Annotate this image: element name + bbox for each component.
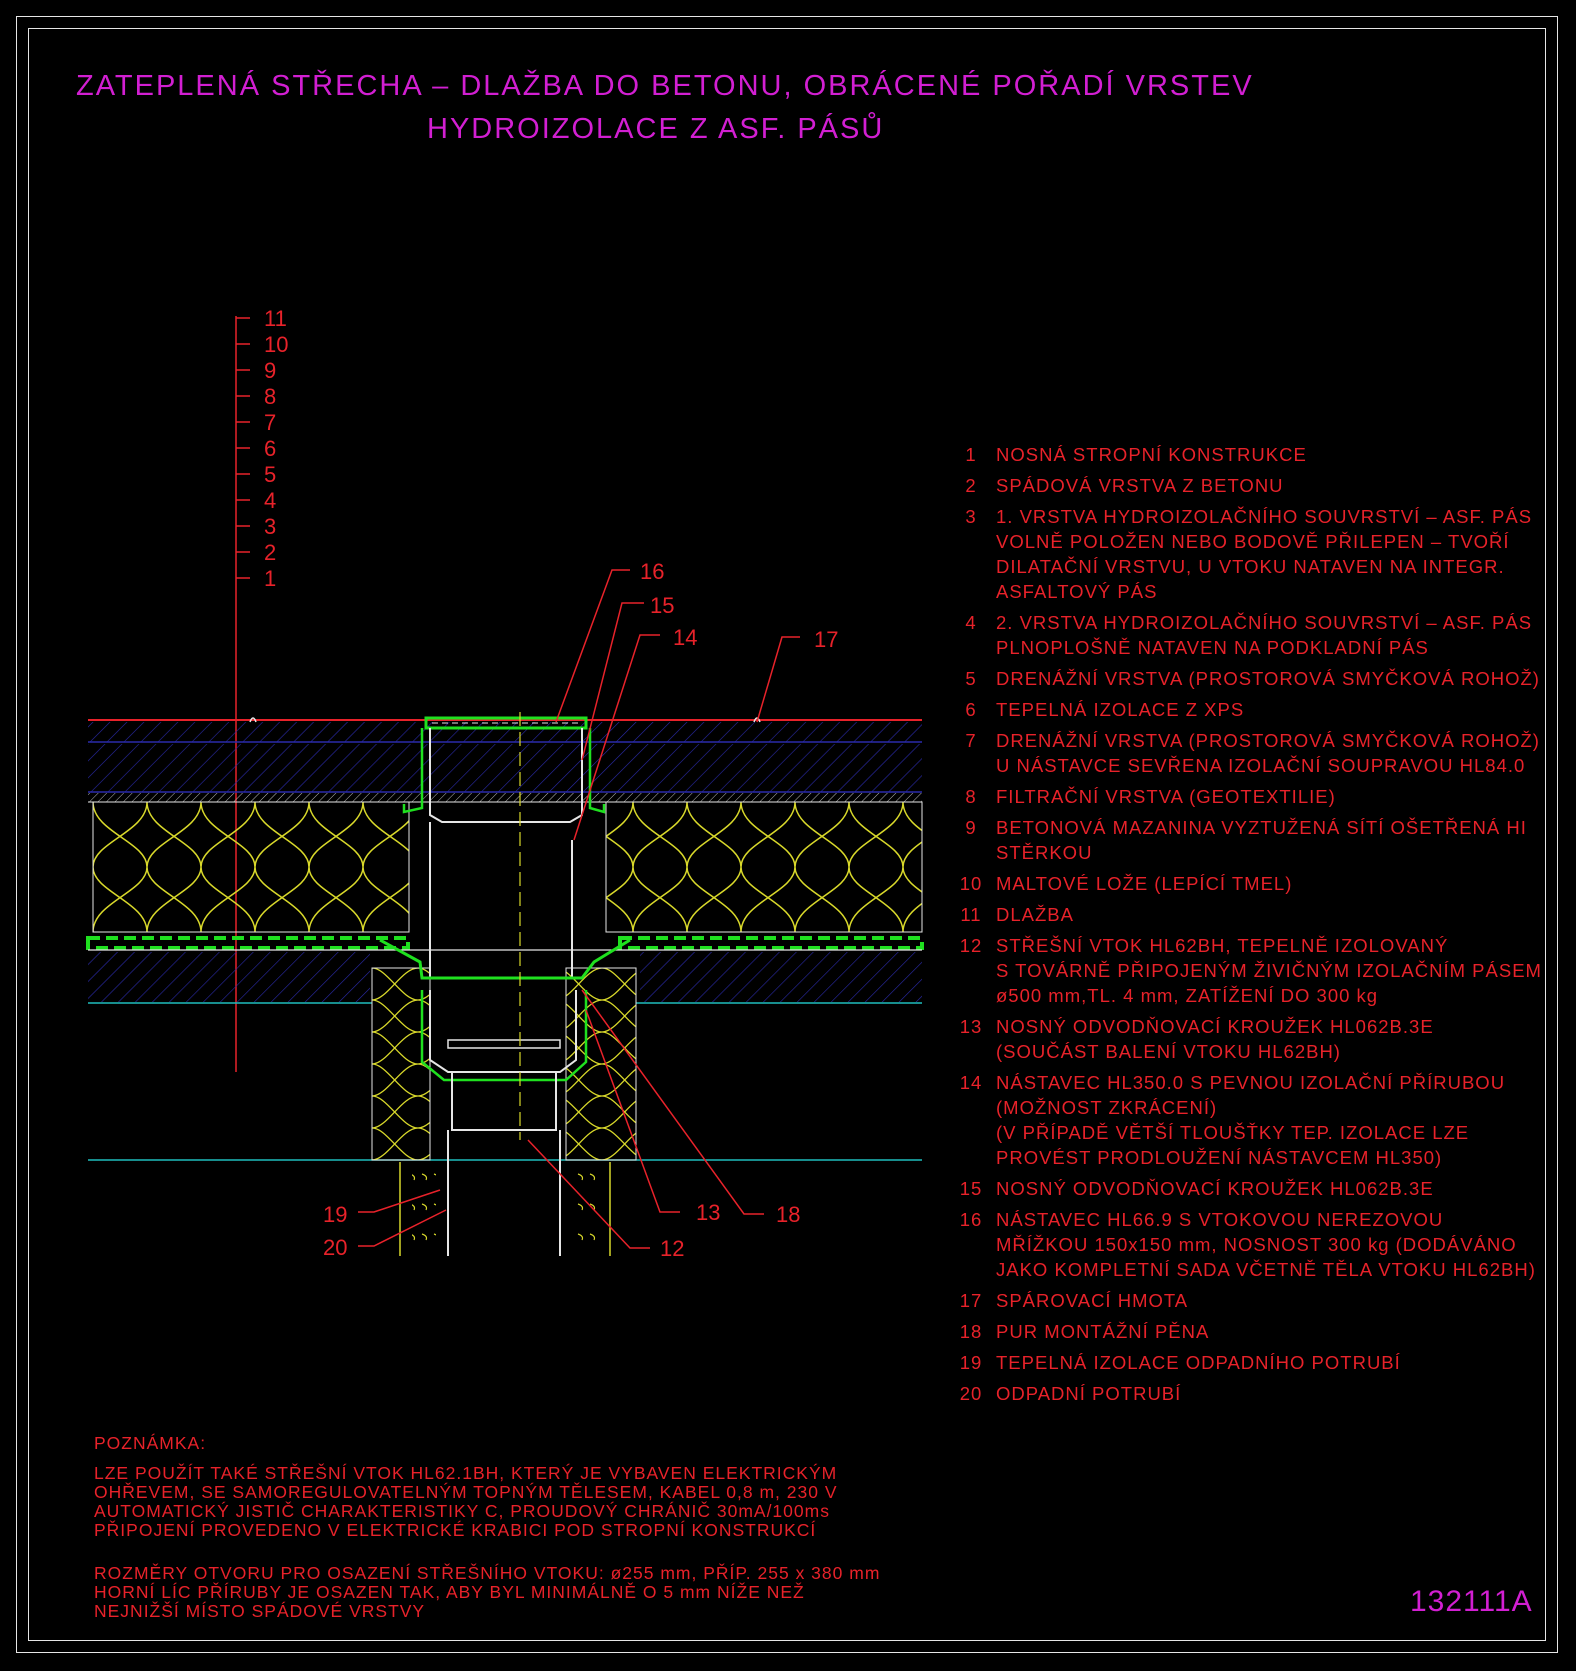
legend-text: STŘEŠNÍ VTOK HL62BH, TEPELNĚ IZOLOVANÝ S… — [996, 935, 1542, 1006]
legend-text: PUR MONTÁŽNÍ PĚNA — [996, 1321, 1210, 1342]
drain-lower-body — [429, 990, 577, 1073]
legend-number: 12 — [959, 935, 983, 956]
callout-14: 14 — [673, 625, 697, 650]
layer-scale-label: 9 — [264, 358, 276, 383]
drainage-membrane-right — [618, 936, 924, 950]
callout-18: 18 — [776, 1202, 800, 1227]
layer-scale-label: 11 — [264, 306, 287, 331]
layer-scale-label: 8 — [264, 384, 276, 409]
legend-number: 17 — [959, 1290, 983, 1311]
slope-concrete-right — [640, 952, 922, 1002]
legend-text: FILTRAČNÍ VRSTVA (GEOTEXTILIE) — [996, 786, 1336, 807]
xps-insulation-left — [92, 801, 410, 933]
legend-text: NÁSTAVEC HL66.9 S VTOKOVOU NEREZOVOU MŘÍ… — [996, 1209, 1536, 1280]
legend-number: 4 — [965, 612, 977, 633]
slope-concrete-left — [88, 952, 370, 1002]
xps-insulation-right — [605, 801, 923, 933]
legend-number: 3 — [965, 506, 977, 527]
legend-number: 5 — [965, 668, 977, 689]
drain-body-pipe — [429, 822, 573, 979]
legend-number: 11 — [960, 904, 982, 925]
legend-item: 19 TEPELNÁ IZOLACE ODPADNÍHO POTRUBÍ — [946, 1350, 1556, 1375]
legend-number: 9 — [965, 817, 977, 838]
legend-number: 7 — [965, 730, 977, 751]
legend-text: SPÁDOVÁ VRSTVA Z BETONU — [996, 475, 1284, 496]
layer-scale-label: 6 — [264, 436, 276, 461]
legend-item: 12 STŘEŠNÍ VTOK HL62BH, TEPELNĚ IZOLOVANÝ… — [946, 933, 1556, 1008]
legend-item: 3 1. VRSTVA HYDROIZOLAČNÍHO SOUVRSTVÍ – A… — [946, 504, 1556, 604]
legend-text: MALTOVÉ LOŽE (LEPÍCÍ TMEL) — [996, 873, 1293, 894]
legend-number: 14 — [959, 1072, 983, 1093]
legend-text: 1. VRSTVA HYDROIZOLAČNÍHO SOUVRSTVÍ – AS… — [996, 506, 1533, 602]
layer-scale-label: 1 — [264, 566, 276, 591]
legend-item: 5 DRENÁŽNÍ VRSTVA (PROSTOROVÁ SMYČKOVÁ RO… — [946, 666, 1556, 691]
legend-item: 16 NÁSTAVEC HL66.9 S VTOKOVOU NEREZOVOU M… — [946, 1207, 1556, 1282]
legend-item: 9 BETONOVÁ MAZANINA VYZTUŽENÁ SÍTÍ OŠETŘE… — [946, 815, 1556, 865]
legend-number: 8 — [965, 786, 977, 807]
legend: 1 NOSNÁ STROPNÍ KONSTRUKCE 2 SPÁDOVÁ VRSTVA… — [946, 442, 1556, 1412]
note-paragraph-2: ROZMĚRY OTVORU PRO OSAZENÍ STŘEŠNÍHO VTO… — [94, 1563, 881, 1621]
legend-item: 10 MALTOVÉ LOŽE (LEPÍCÍ TMEL) — [946, 871, 1556, 896]
roof-layers — [86, 719, 924, 1161]
layer-scale-label: 3 — [264, 514, 276, 539]
callout-13: 13 — [696, 1200, 720, 1225]
layer-scale-label: 4 — [264, 488, 276, 513]
legend-text: ODPADNÍ POTRUBÍ — [996, 1383, 1182, 1404]
layer-scale-label: 10 — [264, 332, 288, 357]
legend-number: 20 — [959, 1383, 983, 1404]
callout-12: 12 — [660, 1236, 684, 1261]
legend-number: 6 — [965, 699, 977, 720]
callout-20: 20 — [323, 1235, 347, 1260]
legend-text: NOSNÁ STROPNÍ KONSTRUKCE — [996, 444, 1307, 465]
legend-text: TEPELNÁ IZOLACE Z XPS — [996, 699, 1245, 720]
legend-text: NOSNÝ ODVODŇOVACÍ KROUŽEK HL062B.3E — [996, 1178, 1434, 1199]
legend-item: 18 PUR MONTÁŽNÍ PĚNA — [946, 1319, 1556, 1344]
callout-17: 17 — [814, 627, 838, 652]
legend-text: DLAŽBA — [996, 904, 1074, 925]
legend-text: DRENÁŽNÍ VRSTVA (PROSTOROVÁ SMYČKOVÁ ROH… — [996, 668, 1540, 689]
concrete-screed-layer — [88, 744, 922, 792]
legend-text: NOSNÝ ODVODŇOVACÍ KROUŽEK HL062B.3E (SOU… — [996, 1016, 1434, 1062]
legend-item: 1 NOSNÁ STROPNÍ KONSTRUKCE — [946, 442, 1556, 467]
legend-item: 2 SPÁDOVÁ VRSTVA Z BETONU — [946, 473, 1556, 498]
legend-number: 16 — [959, 1209, 983, 1230]
legend-number: 15 — [959, 1178, 983, 1199]
legend-text: 2. VRSTVA HYDROIZOLAČNÍHO SOUVRSTVÍ – AS… — [996, 612, 1533, 658]
legend-item: 13 NOSNÝ ODVODŇOVACÍ KROUŽEK HL062B.3E (S… — [946, 1014, 1556, 1064]
layer-scale-label: 7 — [264, 410, 276, 435]
legend-number: 2 — [965, 475, 977, 496]
legend-text: DRENÁŽNÍ VRSTVA (PROSTOROVÁ SMYČKOVÁ ROH… — [996, 730, 1540, 776]
legend-number: 19 — [959, 1352, 983, 1373]
callout-16: 16 — [640, 559, 664, 584]
legend-text: NÁSTAVEC HL350.0 S PEVNOU IZOLAČNÍ PŘÍRU… — [996, 1072, 1506, 1168]
legend-item: 15 NOSNÝ ODVODŇOVACÍ KROUŽEK HL062B.3E — [946, 1176, 1556, 1201]
legend-number: 10 — [959, 873, 983, 894]
filter-layer — [88, 793, 922, 802]
legend-item: 20 ODPADNÍ POTRUBÍ — [946, 1381, 1556, 1406]
legend-number: 1 — [965, 444, 977, 465]
legend-item: 4 2. VRSTVA HYDROIZOLAČNÍHO SOUVRSTVÍ – A… — [946, 610, 1556, 660]
callout-15: 15 — [650, 593, 674, 618]
tiling-layer — [88, 722, 922, 742]
legend-item: 14 NÁSTAVEC HL350.0 S PEVNOU IZOLAČNÍ PŘÍ… — [946, 1070, 1556, 1170]
legend-item: 17 SPÁROVACÍ HMOTA — [946, 1288, 1556, 1313]
legend-text: BETONOVÁ MAZANINA VYZTUŽENÁ SÍTÍ OŠETŘEN… — [996, 817, 1527, 863]
layer-scale-label: 2 — [264, 540, 276, 565]
legend-text: SPÁROVACÍ HMOTA — [996, 1290, 1189, 1311]
pipe-insulation-left — [412, 1170, 436, 1254]
note-paragraph-1: LZE POUŽÍT TAKÉ STŘEŠNÍ VTOK HL62.1BH, K… — [94, 1463, 838, 1540]
drainage-membrane-left — [86, 936, 410, 950]
legend-number: 18 — [959, 1321, 983, 1342]
legend-text: TEPELNÁ IZOLACE ODPADNÍHO POTRUBÍ — [996, 1352, 1401, 1373]
legend-item: 6 TEPELNÁ IZOLACE Z XPS — [946, 697, 1556, 722]
legend-item: 11 DLAŽBA — [946, 902, 1556, 927]
note-heading: POZNÁMKA: — [94, 1433, 207, 1453]
pipe-insulation-right — [572, 1170, 596, 1254]
legend-item: 7 DRENÁŽNÍ VRSTVA (PROSTOROVÁ SMYČKOVÁ RO… — [946, 728, 1556, 778]
layer-scale-label: 5 — [264, 462, 276, 487]
legend-item: 8 FILTRAČNÍ VRSTVA (GEOTEXTILIE) — [946, 784, 1556, 809]
legend-number: 13 — [959, 1016, 983, 1037]
drawing-code: 132111A — [1410, 1585, 1533, 1618]
callout-19: 19 — [323, 1202, 347, 1227]
